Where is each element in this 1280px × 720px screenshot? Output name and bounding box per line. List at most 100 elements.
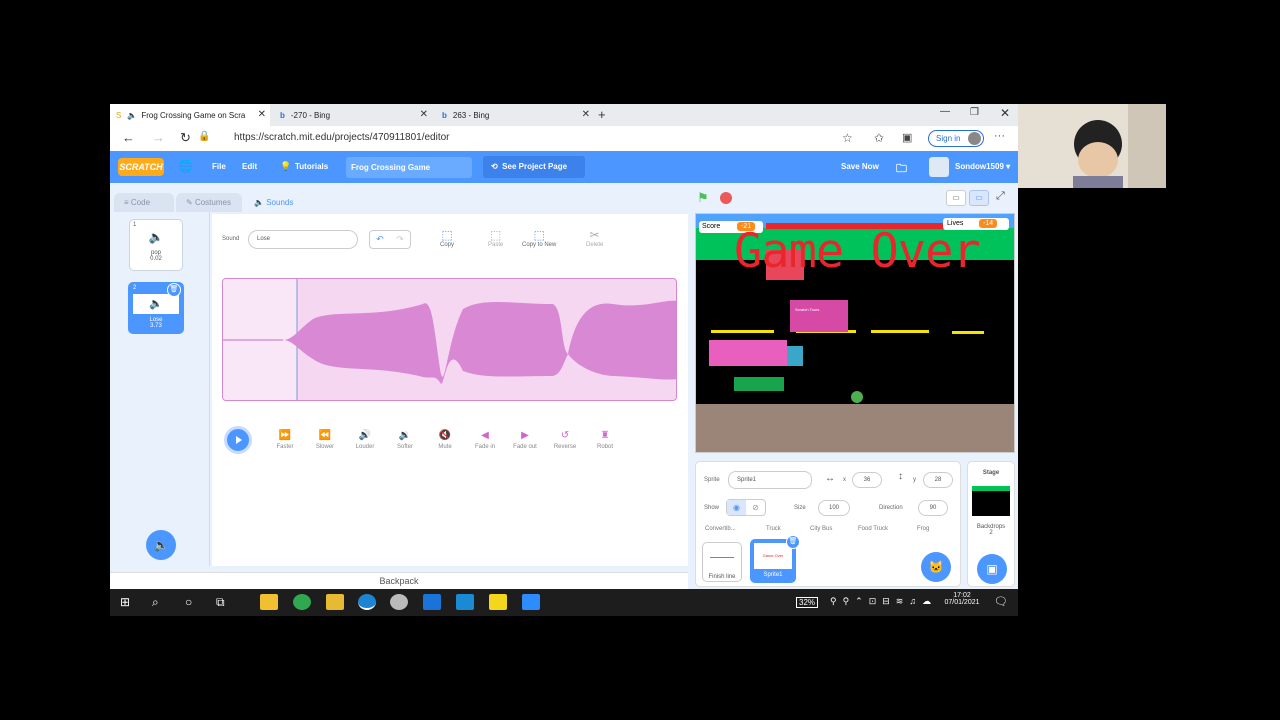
close-tab-icon[interactable]: ✕ bbox=[258, 109, 266, 120]
chrome-icon[interactable] bbox=[293, 594, 311, 610]
add-sprite-button[interactable]: 🐱 bbox=[921, 552, 951, 582]
close-window-icon[interactable]: ✕ bbox=[1000, 106, 1010, 120]
truck-cab bbox=[787, 346, 803, 366]
project-title-input[interactable]: Frog Crossing Game bbox=[346, 157, 472, 178]
tab-sounds[interactable]: 🔈 Sounds bbox=[244, 193, 312, 212]
tab-bing-270[interactable]: b -270 - Bing ✕ bbox=[274, 104, 432, 126]
mail-icon[interactable] bbox=[423, 594, 441, 610]
battery-indicator[interactable]: 32% bbox=[796, 597, 819, 608]
sound-item-pop[interactable]: 1 🔈 pop 0.02 bbox=[129, 219, 183, 271]
edit-menu[interactable]: Edit bbox=[242, 162, 257, 171]
stage-selector[interactable]: Stage Backdrops 2 ▣ bbox=[967, 461, 1015, 587]
normal-stage-icon[interactable]: ▭ bbox=[969, 190, 989, 206]
url-text[interactable]: https://scratch.mit.edu/projects/4709118… bbox=[234, 132, 450, 143]
tab-costumes-label: Costumes bbox=[194, 198, 231, 207]
effect-faster[interactable]: ⏩ Faster bbox=[265, 430, 305, 450]
cortana-icon[interactable]: ○ bbox=[185, 595, 192, 609]
green-flag-icon[interactable]: ⚑ bbox=[697, 190, 709, 206]
delete-icon[interactable]: 🗑 bbox=[786, 535, 800, 549]
sprite-truck[interactable]: Truck bbox=[766, 526, 781, 532]
see-project-page-button[interactable]: ⟲ See Project Page bbox=[483, 156, 585, 178]
paste-button[interactable]: ⬚ Paste bbox=[488, 228, 503, 248]
stop-icon[interactable] bbox=[720, 192, 732, 204]
copy-to-new-button[interactable]: ⬚ Copy to New bbox=[522, 228, 556, 248]
sticky-notes-icon[interactable] bbox=[489, 594, 507, 610]
zoom-icon[interactable] bbox=[522, 594, 540, 610]
windows-start-icon[interactable]: ⊞ bbox=[120, 595, 130, 609]
sign-in-button[interactable]: Sign in bbox=[928, 130, 984, 147]
fullscreen-icon[interactable]: ⤢ bbox=[996, 190, 1005, 203]
x-input[interactable]: 36 bbox=[852, 472, 882, 488]
store-icon[interactable] bbox=[260, 594, 278, 610]
effect-robot[interactable]: ♜ Robot bbox=[585, 430, 625, 450]
favorite-star-icon[interactable]: ☆ bbox=[842, 131, 853, 145]
stage-canvas[interactable]: Score -21 Lives -14 Game Over Scratch To… bbox=[695, 213, 1015, 453]
play-sound-button[interactable] bbox=[224, 426, 252, 454]
sprite-convertible[interactable]: Convertib... bbox=[705, 526, 736, 532]
tab-costumes[interactable]: ✎ Costumes bbox=[176, 193, 242, 212]
refresh-icon[interactable]: ↻ bbox=[180, 130, 191, 146]
username[interactable]: Sondow1509 ▾ bbox=[955, 162, 1010, 171]
copy-button[interactable]: ⬚ Copy bbox=[440, 228, 454, 248]
sprite-name-input[interactable]: Sprite1 bbox=[728, 471, 812, 489]
clock[interactable]: 17:02 07/01/2021 bbox=[942, 592, 982, 606]
collections-icon[interactable]: ▣ bbox=[902, 131, 912, 144]
tab-code[interactable]: ≡ Code bbox=[114, 193, 174, 212]
folder-icon[interactable]: 🗀 bbox=[896, 160, 907, 179]
waveform[interactable] bbox=[222, 278, 677, 401]
save-now-button[interactable]: Save Now bbox=[841, 162, 879, 171]
sprite-finish-line[interactable]: Finish line bbox=[702, 542, 742, 582]
show-eye-icon[interactable]: ◉ bbox=[727, 500, 746, 515]
sound-name-input[interactable]: Lose bbox=[248, 230, 358, 249]
y-input[interactable]: 28 bbox=[923, 472, 953, 488]
sprite-sprite1[interactable]: Game Over Sprite1 🗑 bbox=[750, 535, 800, 583]
tab-frog-crossing[interactable]: S 🔈 Frog Crossing Game on Scra ✕ bbox=[110, 104, 270, 126]
new-tab-button[interactable]: + bbox=[598, 107, 606, 122]
size-input[interactable]: 100 bbox=[818, 500, 850, 516]
app-icon[interactable] bbox=[390, 594, 408, 610]
lock-icon: 🔒 bbox=[198, 131, 211, 142]
close-tab-icon[interactable]: ✕ bbox=[582, 109, 590, 120]
tutorials-menu[interactable]: Tutorials bbox=[295, 162, 328, 171]
task-view-icon[interactable]: ⧉ bbox=[216, 595, 225, 610]
language-globe-icon[interactable]: 🌐 bbox=[178, 159, 193, 173]
minimize-icon[interactable]: — bbox=[940, 106, 950, 117]
scratch-logo[interactable]: SCRATCH bbox=[118, 158, 164, 176]
sprite-frog[interactable]: Frog bbox=[917, 526, 929, 532]
small-stage-icon[interactable]: ▭ bbox=[946, 190, 966, 206]
file-explorer-icon[interactable] bbox=[326, 594, 344, 610]
l-app-icon[interactable] bbox=[456, 594, 474, 610]
undo-icon[interactable]: ↶ bbox=[370, 231, 390, 248]
effect-louder[interactable]: 🔊 Louder bbox=[345, 430, 385, 450]
redo-icon[interactable]: ↷ bbox=[390, 231, 410, 248]
effect-mute[interactable]: 🔇 Mute bbox=[425, 430, 465, 450]
tab-bing-263[interactable]: b 263 - Bing ✕ bbox=[436, 104, 594, 126]
effect-slower[interactable]: ⏪ Slower bbox=[305, 430, 345, 450]
notifications-icon[interactable]: 🗨 bbox=[994, 595, 1008, 608]
add-sound-button[interactable]: 🔈 bbox=[146, 530, 176, 560]
effect-reverse[interactable]: ↺ Reverse bbox=[545, 430, 585, 450]
backpack[interactable]: Backpack bbox=[110, 572, 688, 589]
effect-softer[interactable]: 🔉 Softer bbox=[385, 430, 425, 450]
effect-fade-out[interactable]: ▶ Fade out bbox=[505, 430, 545, 450]
add-backdrop-button[interactable]: ▣ bbox=[977, 554, 1007, 584]
effect-fade-in[interactable]: ◀ Fade in bbox=[465, 430, 505, 450]
edge-icon[interactable] bbox=[358, 594, 376, 610]
sound-item-lose[interactable]: 2 🗑 🔈 Lose 3.73 bbox=[128, 282, 184, 334]
delete-button[interactable]: ✂ Delete bbox=[586, 228, 603, 248]
close-tab-icon[interactable]: ✕ bbox=[420, 109, 428, 120]
direction-input[interactable]: 90 bbox=[918, 500, 948, 516]
avatar[interactable] bbox=[929, 157, 949, 177]
maximize-icon[interactable]: ❐ bbox=[970, 107, 979, 118]
more-icon[interactable]: ··· bbox=[994, 130, 1005, 142]
delete-icon[interactable]: 🗑 bbox=[167, 283, 181, 297]
system-tray-icons[interactable]: ⚲⚲⌃⊡⊟≋♫☁ bbox=[830, 596, 937, 607]
file-menu[interactable]: File bbox=[212, 162, 226, 171]
sprite-food-truck[interactable]: Food Truck bbox=[858, 526, 888, 532]
back-icon[interactable]: ← bbox=[122, 130, 135, 145]
forward-icon[interactable]: → bbox=[152, 130, 165, 145]
hide-eye-icon[interactable]: ⊘ bbox=[746, 500, 765, 515]
sprite-city-bus[interactable]: City Bus bbox=[810, 526, 832, 532]
favorites-list-icon[interactable]: ✩ bbox=[874, 131, 884, 145]
search-icon[interactable]: ⌕ bbox=[152, 595, 159, 610]
